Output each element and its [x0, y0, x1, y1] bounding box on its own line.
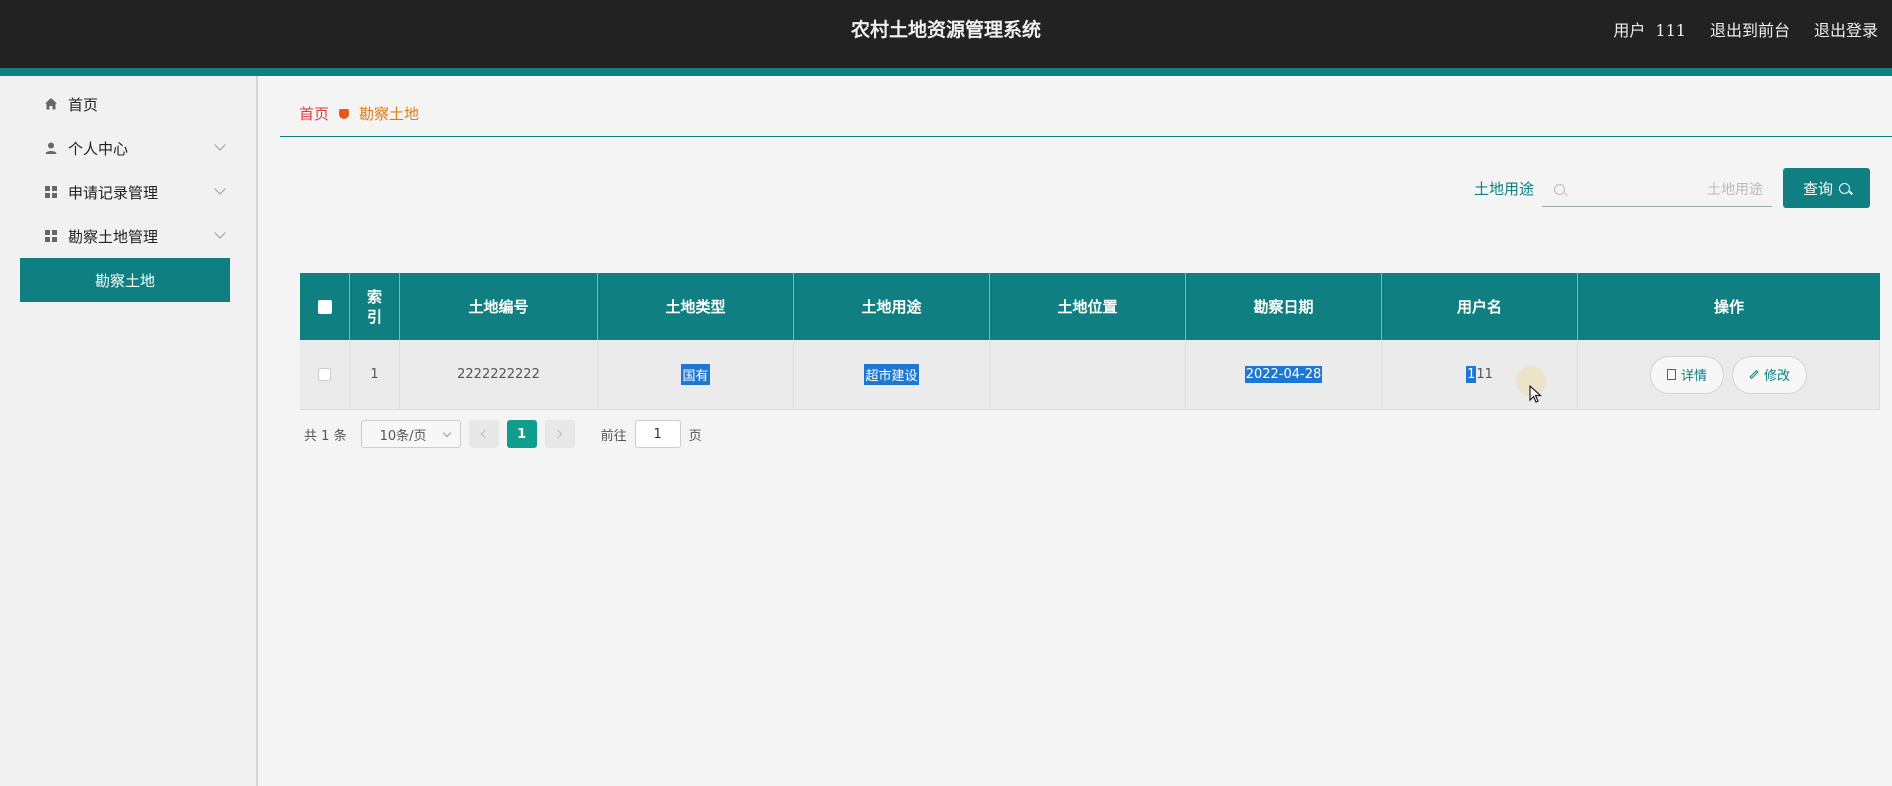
user-id: 111	[1655, 21, 1686, 40]
edit-button-label: 修改	[1764, 369, 1791, 384]
sidebar-item-personal-center[interactable]: 个人中心	[44, 136, 226, 160]
header-username: 用户名	[1382, 273, 1578, 340]
grid-icon	[44, 229, 58, 243]
breadcrumb-divider	[280, 136, 1892, 137]
username-rest: 11	[1476, 367, 1493, 382]
logout-link[interactable]: 退出登录	[1814, 17, 1878, 41]
land-survey-table: 索 引 土地编号 土地类型 土地用途 土地位置 勘察日期 用户名 操作 1 22…	[300, 273, 1880, 410]
sidebar-item-label: 勘察土地管理	[68, 227, 159, 246]
top-bar: 农村土地资源管理系统 用户 111 退出到前台 退出登录	[0, 0, 1892, 68]
user-info: 用户 111	[1613, 17, 1686, 41]
header-survey-date: 勘察日期	[1186, 273, 1382, 340]
select-all-cell	[300, 273, 350, 340]
chevron-down-icon	[214, 227, 226, 239]
total-count: 1	[321, 428, 330, 444]
page-size-value: 10条/页	[379, 428, 427, 444]
cell-land-location	[990, 340, 1186, 409]
header-land-no: 土地编号	[400, 273, 598, 340]
table-header: 索 引 土地编号 土地类型 土地用途 土地位置 勘察日期 用户名 操作	[300, 273, 1880, 340]
grid-icon	[44, 185, 58, 199]
sidebar-item-label: 首页	[68, 95, 99, 114]
cell-land-no: 2222222222	[400, 340, 598, 409]
chevron-left-icon	[480, 429, 490, 439]
sidebar-item-label: 申请记录管理	[68, 183, 159, 202]
chevron-down-icon	[214, 183, 226, 195]
search-icon	[1839, 182, 1850, 194]
next-page-button[interactable]	[544, 420, 575, 448]
pagination-total: 共 1 条	[304, 425, 347, 444]
breadcrumb: 首页 勘察土地	[299, 103, 419, 124]
cell-index: 1	[350, 340, 400, 409]
prev-page-button[interactable]	[468, 420, 499, 448]
row-select-cell	[300, 340, 350, 409]
select-all-checkbox[interactable]	[317, 299, 332, 314]
page-number-current[interactable]: 1	[506, 420, 537, 448]
total-prefix: 共	[304, 428, 318, 444]
edit-icon	[1749, 369, 1759, 380]
goto-page: 前往 页	[601, 420, 702, 448]
sidebar-subitem-survey-land[interactable]: 勘察土地	[20, 258, 230, 302]
cell-survey-date: 2022-04-28	[1186, 340, 1382, 409]
chevron-right-icon	[553, 429, 563, 439]
selected-text: 超市建设	[864, 364, 919, 385]
sidebar-item-application-records[interactable]: 申请记录管理	[44, 180, 226, 204]
pagination: 共 1 条 10条/页 1 前往 页	[304, 420, 702, 448]
sidebar-item-survey-land-management[interactable]: 勘察土地管理	[44, 224, 226, 248]
top-links: 用户 111 退出到前台 退出登录	[1613, 17, 1878, 41]
breadcrumb-separator-icon	[339, 108, 350, 119]
selected-text: 国有	[681, 364, 710, 385]
selected-text: 2022-04-28	[1244, 366, 1323, 383]
header-index-char: 引	[366, 307, 382, 326]
page-size-select[interactable]: 10条/页	[360, 420, 461, 448]
cell-land-use: 超市建设	[794, 340, 990, 409]
table-row: 1 2222222222 国有 超市建设 2022-04-28 1 11 详情 修…	[300, 340, 1880, 410]
detail-button-label: 详情	[1680, 369, 1707, 384]
detail-button[interactable]: 详情	[1649, 355, 1724, 394]
breadcrumb-current: 勘察土地	[359, 105, 420, 123]
header-land-type: 土地类型	[598, 273, 794, 340]
document-icon	[1666, 369, 1676, 380]
search-label: 土地用途	[1474, 180, 1535, 198]
chevron-down-icon	[442, 428, 451, 437]
goto-unit: 页	[688, 428, 702, 444]
cell-actions: 详情 修改	[1578, 340, 1880, 409]
back-to-front-link[interactable]: 退出到前台	[1710, 17, 1790, 41]
selected-text: 1	[1466, 366, 1477, 383]
goto-page-input[interactable]	[634, 420, 681, 448]
row-checkbox[interactable]	[318, 368, 331, 381]
cell-username: 1 11	[1382, 340, 1578, 409]
query-button-label: 查询	[1802, 179, 1833, 198]
user-label: 用户	[1613, 21, 1646, 40]
header-land-use: 土地用途	[794, 273, 990, 340]
header-actions: 操作	[1713, 298, 1744, 316]
chevron-down-icon	[214, 139, 226, 151]
app-title: 农村土地资源管理系统	[850, 19, 1041, 41]
header-accent-bar	[0, 68, 1892, 76]
header-index-char: 索	[366, 287, 382, 306]
user-icon	[44, 141, 58, 155]
cell-land-type: 国有	[598, 340, 794, 409]
home-icon	[44, 97, 58, 111]
sidebar: 首页 个人中心 申请记录管理 勘察土地管理 勘察土地	[0, 76, 258, 786]
search-input[interactable]	[1573, 181, 1763, 198]
search-icon	[1554, 184, 1565, 195]
sidebar-item-home[interactable]: 首页	[44, 92, 224, 116]
goto-label: 前往	[600, 428, 627, 444]
query-button[interactable]: 查询	[1783, 168, 1870, 208]
header-land-location: 土地位置	[990, 273, 1186, 340]
search-field	[1542, 173, 1772, 207]
edit-button[interactable]: 修改	[1732, 355, 1808, 394]
total-suffix: 条	[333, 428, 347, 444]
sidebar-item-label: 个人中心	[68, 139, 129, 158]
header-index: 索 引	[350, 273, 400, 340]
breadcrumb-home[interactable]: 首页	[299, 103, 329, 124]
